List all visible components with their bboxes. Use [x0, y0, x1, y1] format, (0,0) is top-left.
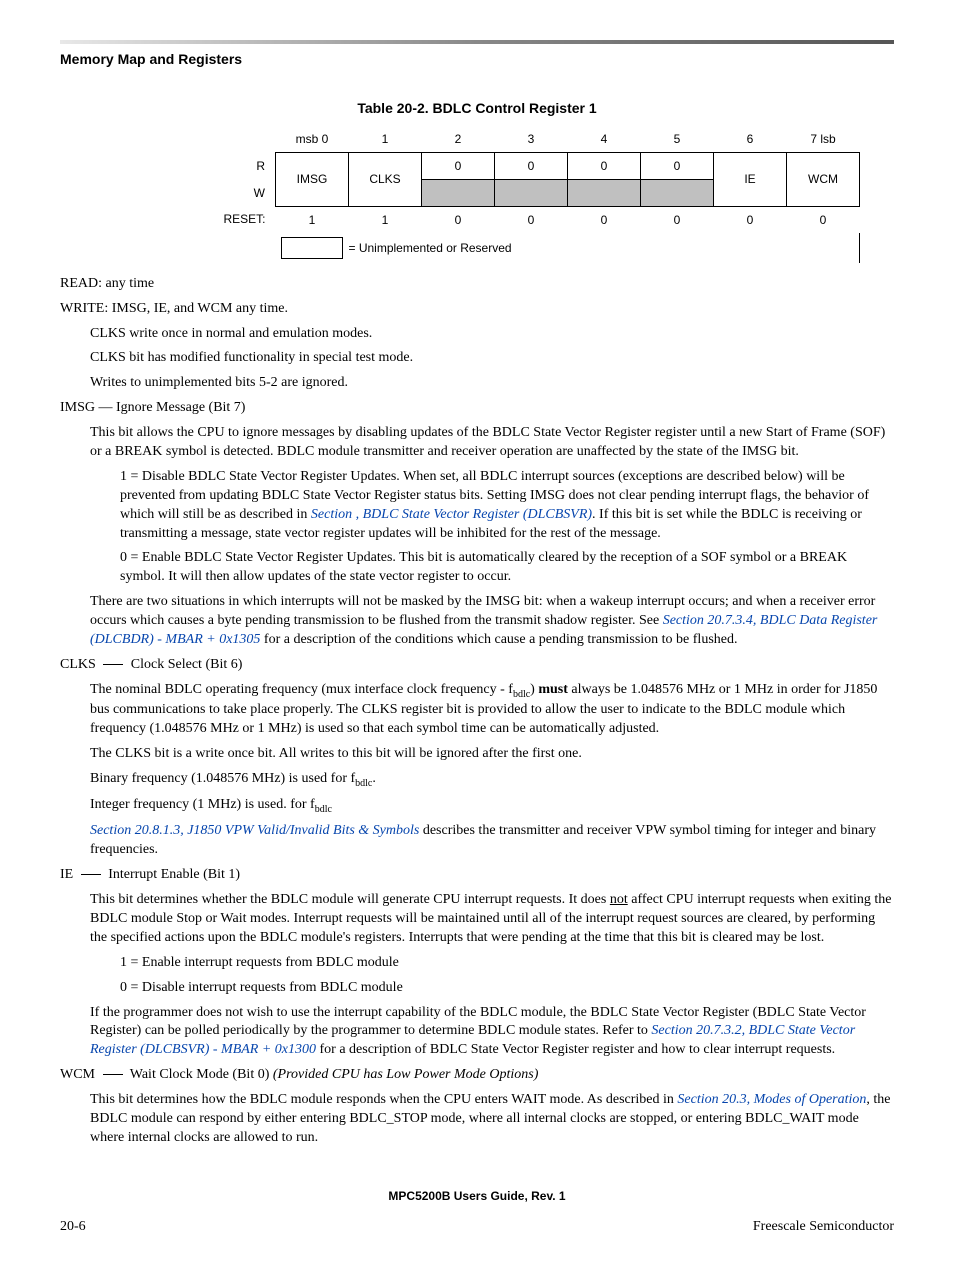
reg-cell: WCM	[787, 152, 860, 206]
reset-cell: 1	[349, 206, 422, 233]
read-note: READ: any time	[60, 275, 894, 294]
bit-col: 3	[495, 126, 568, 153]
clks-heading: CLKS Clock Select (Bit 6)	[60, 656, 894, 675]
row-label-w: W	[195, 179, 276, 206]
wcm-desc: This bit determines how the BDLC module …	[90, 1091, 894, 1148]
imsg-desc: This bit allows the CPU to ignore messag…	[90, 424, 894, 462]
clks-ref: Section 20.8.1.3, J1850 VPW Valid/Invali…	[90, 822, 894, 860]
imsg-value-0: 0 = Enable BDLC State Vector Register Up…	[120, 549, 894, 587]
reg-cell: 0	[568, 152, 641, 179]
clks-integer-freq: Integer frequency (1 MHz) is used. for f…	[90, 796, 894, 816]
reg-cell: 0	[641, 152, 714, 179]
ie-heading: IE Interrupt Enable (Bit 1)	[60, 866, 894, 885]
reg-cell-reserved	[495, 179, 568, 206]
imsg-note: There are two situations in which interr…	[90, 593, 894, 650]
reset-cell: 0	[641, 206, 714, 233]
reset-cell: 0	[495, 206, 568, 233]
reset-cell: 0	[422, 206, 495, 233]
row-label-r: R	[195, 152, 276, 179]
top-rule	[60, 40, 894, 44]
page-number: 20-6	[60, 1218, 86, 1237]
reg-cell-reserved	[568, 179, 641, 206]
bit-col: 5	[641, 126, 714, 153]
row-label-reset: RESET:	[195, 206, 276, 233]
footer-company: Freescale Semiconductor	[753, 1218, 894, 1237]
table-title: Table 20-2. BDLC Control Register 1	[60, 99, 894, 118]
read-row: R IMSG CLKS 0 0 0 0 IE WCM	[195, 152, 860, 179]
register-table: msb 0 1 2 3 4 5 6 7 lsb R IMSG CLKS 0 0 …	[195, 126, 860, 263]
legend-row: = Unimplemented or Reserved	[195, 233, 860, 263]
dash-icon	[103, 1074, 123, 1075]
section-heading: Memory Map and Registers	[60, 50, 894, 69]
link-modes-of-operation[interactable]: Section 20.3, Modes of Operation	[677, 1092, 866, 1107]
ie-value-1: 1 = Enable interrupt requests from BDLC …	[120, 954, 894, 973]
bit-col: 2	[422, 126, 495, 153]
clks-binary-freq: Binary frequency (1.048576 MHz) is used …	[90, 770, 894, 790]
bit-col: 4	[568, 126, 641, 153]
ie-desc: This bit determines whether the BDLC mod…	[90, 891, 894, 948]
imsg-heading: IMSG — Ignore Message (Bit 7)	[60, 399, 894, 418]
reg-cell: 0	[422, 152, 495, 179]
reg-cell-reserved	[641, 179, 714, 206]
reset-cell: 1	[276, 206, 349, 233]
reg-cell: IE	[714, 152, 787, 206]
reset-cell: 0	[568, 206, 641, 233]
bit-col: 1	[349, 126, 422, 153]
write-note: WRITE: IMSG, IE, and WCM any time.	[60, 300, 894, 319]
reset-row: RESET: 1 1 0 0 0 0 0 0	[195, 206, 860, 233]
legend-text: = Unimplemented or Reserved	[349, 233, 641, 263]
reg-cell: CLKS	[349, 152, 422, 206]
ie-value-0: 0 = Disable interrupt requests from BDLC…	[120, 979, 894, 998]
link-dlcbsvr[interactable]: Section , BDLC State Vector Register (DL…	[311, 507, 592, 522]
reg-cell-reserved	[422, 179, 495, 206]
reset-cell: 0	[787, 206, 860, 233]
reg-cell: 0	[495, 152, 568, 179]
bit-col: 6	[714, 126, 787, 153]
ie-note: If the programmer does not wish to use t…	[90, 1004, 894, 1061]
bit-col: 7 lsb	[787, 126, 860, 153]
bit-col: msb 0	[276, 126, 349, 153]
legend-box-icon	[281, 237, 343, 259]
dash-icon	[103, 664, 123, 665]
clks-note: CLKS bit has modified functionality in s…	[90, 349, 894, 368]
writes-note: Writes to unimplemented bits 5-2 are ign…	[90, 374, 894, 393]
reset-cell: 0	[714, 206, 787, 233]
bit-header-row: msb 0 1 2 3 4 5 6 7 lsb	[195, 126, 860, 153]
imsg-value-1: 1 = Disable BDLC State Vector Register U…	[120, 468, 894, 544]
clks-write-once: The CLKS bit is a write once bit. All wr…	[90, 745, 894, 764]
clks-desc: The nominal BDLC operating frequency (mu…	[90, 681, 894, 739]
wcm-heading: WCM Wait Clock Mode (Bit 0) (Provided CP…	[60, 1066, 894, 1085]
link-vpw-symbols[interactable]: Section 20.8.1.3, J1850 VPW Valid/Invali…	[90, 823, 419, 838]
footer-doc-title: MPC5200B Users Guide, Rev. 1	[60, 1188, 894, 1204]
dash-icon	[81, 874, 101, 875]
reg-cell: IMSG	[276, 152, 349, 206]
clks-note: CLKS write once in normal and emulation …	[90, 325, 894, 344]
